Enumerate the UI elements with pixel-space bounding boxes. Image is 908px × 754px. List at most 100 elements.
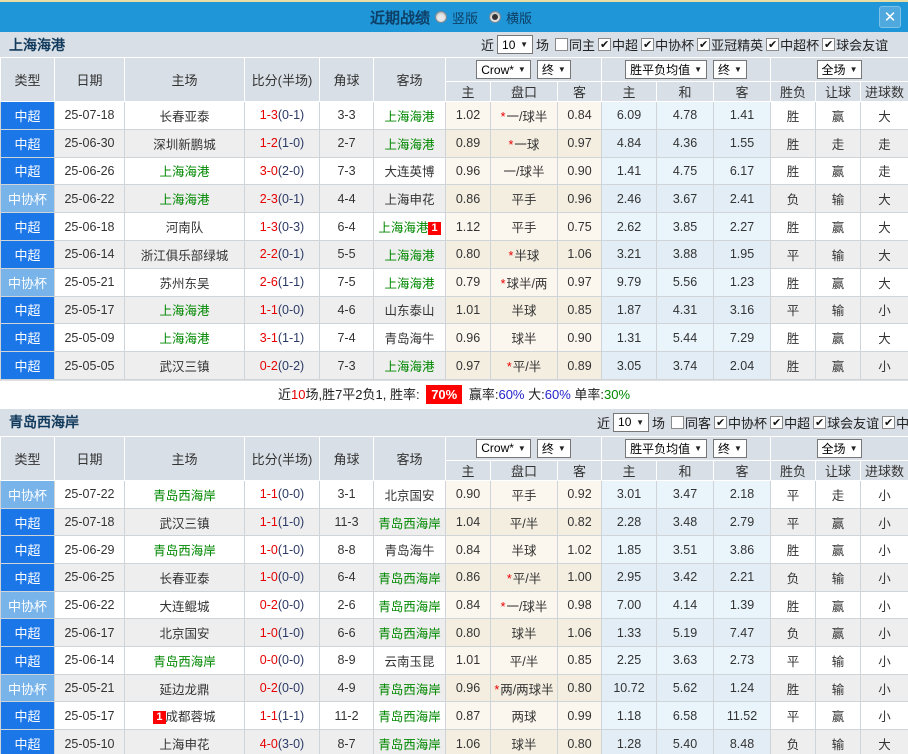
- league-type-badge: 中超: [0, 128, 55, 158]
- league-filter-label[interactable]: 中协杯: [655, 35, 694, 54]
- league-filter-checkbox[interactable]: ✔: [714, 415, 728, 429]
- league-filter-label[interactable]: 球会友谊: [836, 35, 888, 54]
- corner-count: 5-5: [319, 239, 374, 269]
- close-icon[interactable]: ✕: [879, 6, 901, 28]
- vertical-layout-radio[interactable]: [434, 11, 447, 23]
- subcol-avg-away: 客: [712, 459, 772, 481]
- result-handicap: 输: [815, 673, 862, 703]
- league-filter-checkbox[interactable]: ✔: [641, 38, 655, 51]
- odds-time-select[interactable]: 终 ▼: [536, 60, 571, 79]
- result-wdl: 负: [770, 184, 817, 214]
- team-name-text: 上海海港: [384, 276, 435, 291]
- match-row: 中超 25-06-29 青岛西海岸 1-0(1-0) 8-8 青岛海牛 0.84 半球 1.02…: [0, 535, 908, 565]
- result-goals: 小: [860, 351, 908, 380]
- avg-home-odds: 2.28: [601, 507, 657, 537]
- horizontal-layout-label[interactable]: 横版: [506, 8, 532, 27]
- halftime-score: (0-0): [277, 598, 305, 613]
- col-header-away: 客场: [373, 435, 446, 481]
- league-filter-checkbox[interactable]: ✔: [770, 415, 784, 429]
- league-type-badge: 中超: [0, 323, 55, 353]
- league-filter-checkbox[interactable]: ✔: [813, 415, 827, 429]
- match-count-select[interactable]: 10 ▼: [497, 35, 534, 54]
- result-handicap: 赢: [815, 101, 862, 130]
- handicap-home-odds: 1.12: [445, 212, 491, 241]
- league-filter-label[interactable]: 中甲: [896, 413, 908, 432]
- handicap-home-odds: 0.96: [445, 156, 491, 186]
- section-team-2: 青岛西海岸 近 10▼ 场 同客✔中协杯✔中超✔球会友谊✔中甲 类型 日期 主场…: [0, 409, 908, 754]
- league-filter-checkbox[interactable]: ✔: [766, 38, 780, 51]
- league-filter-label[interactable]: 中超: [612, 35, 638, 54]
- period-select[interactable]: 全场 ▼: [816, 438, 863, 458]
- fulltime-score: 1-1: [259, 708, 278, 723]
- horizontal-layout-radio[interactable]: [489, 11, 501, 23]
- avg-away-odds: 1.55: [712, 128, 772, 158]
- handicap-line: 平手: [490, 184, 558, 214]
- result-group-header: 全场 ▼: [770, 57, 908, 82]
- handicap-line-text: 一球: [514, 137, 540, 152]
- home-team: 深圳新鹏城: [124, 128, 245, 158]
- match-count-select[interactable]: 10 ▼: [613, 412, 650, 432]
- league-type-badge: 中超: [0, 701, 55, 731]
- match-date: 25-07-18: [54, 101, 125, 130]
- result-goals: 大: [860, 267, 908, 297]
- period-select[interactable]: 全场 ▼: [816, 60, 863, 79]
- result-wdl: 胜: [770, 156, 817, 186]
- league-type-badge: 中超: [0, 295, 55, 325]
- dropdown-arrow-icon: ▼: [517, 65, 526, 74]
- result-goals: 小: [860, 646, 908, 675]
- league-type-badge: 中协杯: [0, 479, 55, 509]
- same-venue-label[interactable]: 同客: [685, 413, 711, 432]
- team-name-text: 上海海港: [159, 304, 210, 319]
- fulltime-score: 0-2: [259, 681, 278, 696]
- handicap-away-odds: 0.89: [557, 351, 602, 380]
- league-filter-label[interactable]: 中超: [784, 413, 810, 432]
- result-goals: 小: [860, 479, 908, 509]
- avg-home-odds: 1.18: [601, 701, 657, 731]
- team-name-text: 上海海港: [159, 193, 210, 208]
- avg-draw-odds: 3.63: [656, 646, 714, 675]
- fulltime-score: 0-2: [259, 358, 278, 373]
- same-venue-label[interactable]: 同主: [569, 35, 595, 54]
- league-filter-label[interactable]: 中协杯: [728, 413, 767, 432]
- home-team: 青岛西海岸: [124, 646, 245, 675]
- fulltime-score: 2-6: [259, 275, 278, 290]
- away-team: 大连英博: [373, 156, 446, 186]
- away-team: 青岛西海岸: [373, 701, 446, 731]
- league-filter-checkbox[interactable]: ✔: [697, 38, 711, 51]
- result-wdl: 胜: [770, 351, 817, 380]
- team-name-text: 北京国安: [384, 488, 435, 503]
- result-wdl: 胜: [770, 590, 817, 620]
- match-date: 25-06-14: [54, 239, 125, 269]
- same-venue-checkbox[interactable]: [555, 38, 569, 51]
- dropdown-arrow-icon: ▼: [520, 40, 529, 49]
- period-value: 全场: [821, 441, 846, 456]
- team-name-text: 青岛西海岸: [378, 738, 441, 752]
- handicap-line-text: 半球: [514, 248, 540, 263]
- match-row: 中协杯 25-06-22 上海海港 2-3(0-1) 4-4 上海申花 0.86 平手 0.96…: [0, 184, 908, 214]
- handicap-line: 两球: [490, 701, 558, 731]
- avg-home-odds: 3.05: [601, 351, 657, 380]
- filter-checkbox-group: ✔中甲: [879, 413, 908, 432]
- odds-company-select[interactable]: Crow* ▼: [476, 438, 531, 458]
- avg-odds-time-select[interactable]: 终 ▼: [713, 60, 747, 79]
- result-goals: 小: [860, 590, 908, 620]
- vertical-layout-label[interactable]: 竖版: [452, 8, 478, 27]
- league-filter-checkbox[interactable]: ✔: [822, 38, 836, 51]
- league-filter-checkbox[interactable]: ✔: [882, 415, 896, 429]
- avg-odds-type-select[interactable]: 胜平负均值 ▼: [625, 60, 707, 79]
- league-filter-checkbox[interactable]: ✔: [598, 38, 612, 51]
- odds-time-select[interactable]: 终 ▼: [536, 438, 571, 458]
- odds-company-select[interactable]: Crow* ▼: [476, 60, 531, 79]
- result-goals: 走: [860, 128, 908, 158]
- league-filter-label[interactable]: 球会友谊: [827, 413, 879, 432]
- league-filter-label[interactable]: 中超杯: [780, 35, 819, 54]
- match-date: 25-06-14: [54, 646, 125, 675]
- same-venue-checkbox[interactable]: [671, 415, 685, 429]
- avg-odds-time-select[interactable]: 终 ▼: [713, 438, 747, 458]
- match-row: 中协杯 25-06-22 大连鲲城 0-2(0-0) 2-6 青岛西海岸 0.84 *一/球半…: [0, 590, 908, 620]
- handicap-home-odds: 1.02: [445, 101, 491, 130]
- avg-odds-type-select[interactable]: 胜平负均值 ▼: [625, 438, 707, 458]
- league-filter-label[interactable]: 亚冠精英: [711, 35, 763, 54]
- avg-draw-odds: 4.14: [656, 590, 714, 620]
- handicap-line-text: 一/球半: [503, 165, 545, 180]
